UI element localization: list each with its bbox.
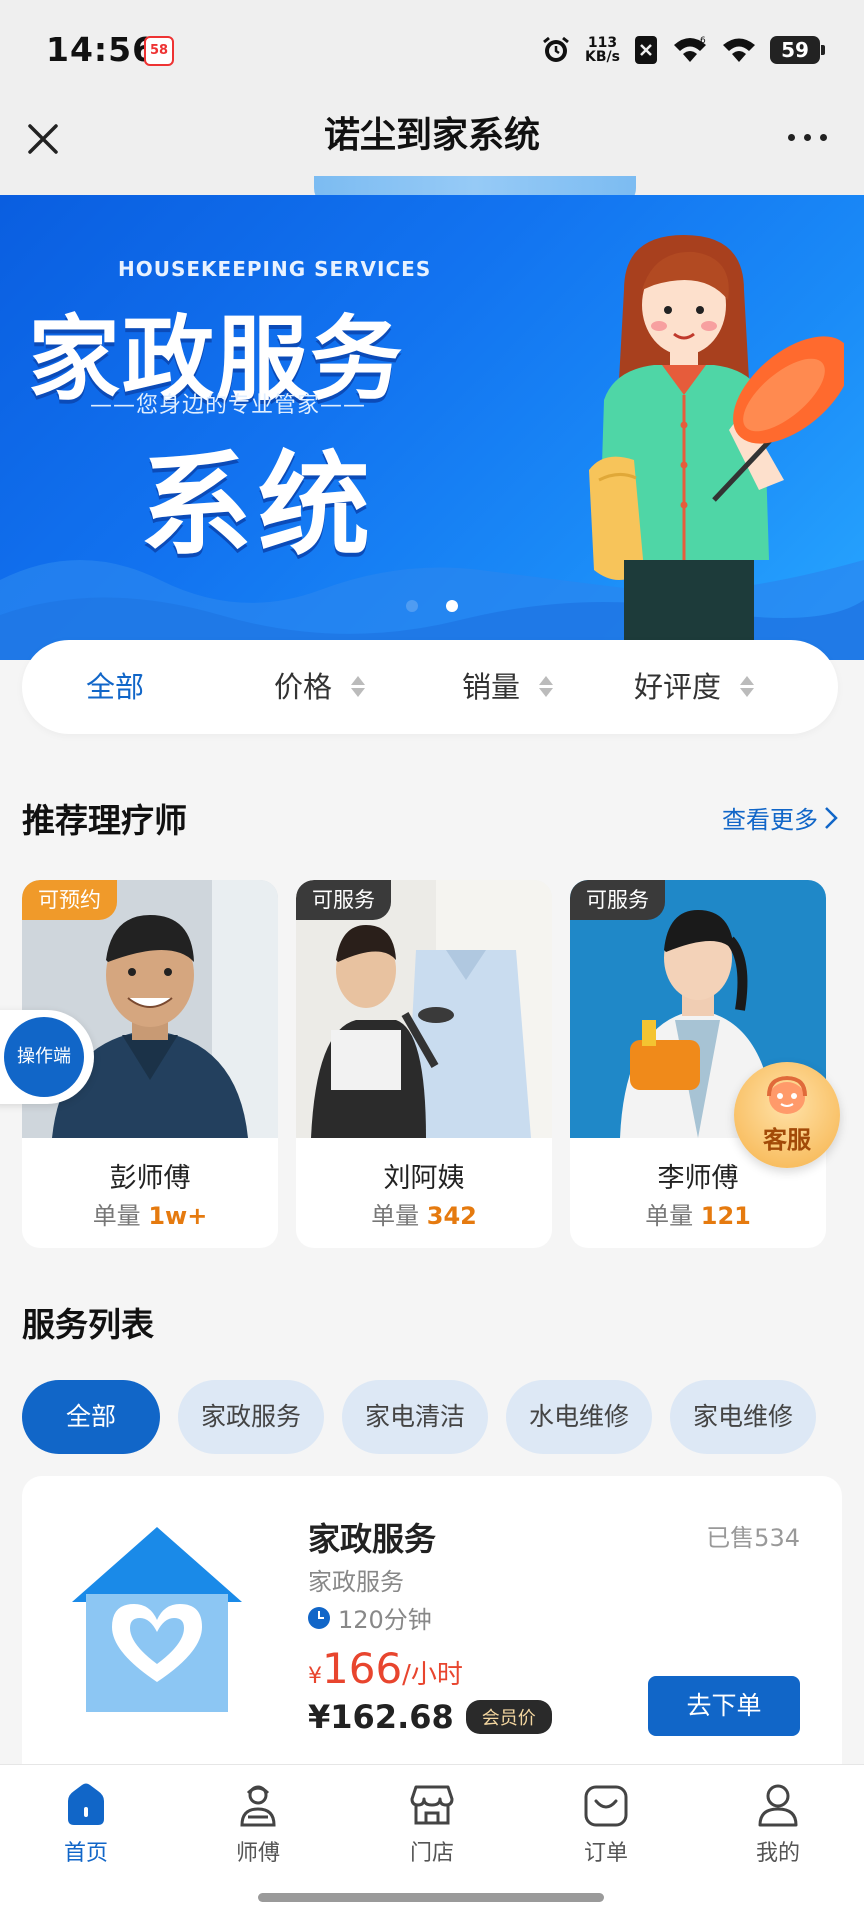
status-indicators: 113 KB/s 6 59 <box>541 30 825 70</box>
battery-indicator: 59 <box>770 36 825 64</box>
status-bar: 14:56 58 113 KB/s 6 59 <box>0 0 864 100</box>
nav-orders[interactable]: 订单 <box>536 1781 676 1867</box>
home-icon <box>68 1783 104 1825</box>
store-icon <box>410 1785 454 1825</box>
filter-sales[interactable]: 销量 <box>462 640 554 734</box>
service-price: ¥ 166 /小时 <box>308 1644 463 1693</box>
service-tab-appliance-repair[interactable]: 家电维修 <box>670 1380 816 1454</box>
member-price-tag: 会员价 <box>465 1700 552 1734</box>
service-tab-appliance-cleaning[interactable]: 家电清洁 <box>342 1380 488 1454</box>
net-speed: 113 KB/s <box>585 35 620 65</box>
filter-price[interactable]: 价格 <box>274 640 366 734</box>
see-more-link[interactable]: 查看更多 <box>722 800 838 835</box>
order-icon <box>584 1785 628 1827</box>
status-time: 14:56 <box>46 30 157 69</box>
service-category: 家政服务 <box>308 1568 404 1596</box>
service-tab-housekeeping[interactable]: 家政服务 <box>178 1380 324 1454</box>
therapist-sales: 单量 121 <box>645 1202 751 1230</box>
service-tab-plumbing-electric[interactable]: 水电维修 <box>506 1380 652 1454</box>
nav-worker[interactable]: 师傅 <box>188 1781 328 1867</box>
svg-text:6: 6 <box>700 36 706 46</box>
therapist-sales: 单量 342 <box>371 1202 477 1230</box>
sort-arrows-icon <box>739 675 755 699</box>
therapist-sales: 单量 1w+ <box>92 1202 208 1230</box>
wifi-icon <box>723 38 755 62</box>
house-heart-icon <box>72 1527 242 1712</box>
wifi-6-icon: 6 <box>674 36 706 62</box>
alarm-icon <box>543 36 569 62</box>
housekeeper-illustration <box>589 235 844 660</box>
filter-rating[interactable]: 好评度 <box>634 640 755 734</box>
sort-filter-bar: 全部 价格 销量 好评度 <box>22 640 838 734</box>
nav-store[interactable]: 门店 <box>362 1781 502 1867</box>
member-price: ¥162.68 会员价 <box>308 1698 552 1736</box>
filter-all[interactable]: 全部 <box>86 640 144 734</box>
gesture-home-bar[interactable] <box>258 1893 604 1902</box>
app-notification-icon: 58 <box>144 36 174 66</box>
banner-subtitle: HOUSEKEEPING SERVICES <box>118 257 432 281</box>
no-sim-icon <box>635 36 657 64</box>
page-title: 诺尘到家系统 <box>323 115 540 156</box>
service-title: 家政服务 <box>308 1520 437 1558</box>
carousel-dot-1[interactable] <box>406 600 418 612</box>
therapist-name: 刘阿姨 <box>383 1163 465 1194</box>
availability-badge: 可预约 <box>22 880 117 920</box>
headset-icon <box>767 1076 807 1114</box>
operator-float-button[interactable]: 操作端 <box>0 1010 94 1104</box>
service-list-title: 服务列表 <box>22 1305 154 1344</box>
availability-badge: 可服务 <box>570 880 665 920</box>
therapist-card[interactable]: 可服务 刘阿姨 单量 342 <box>296 880 552 1248</box>
therapist-name: 彭师傅 <box>109 1163 191 1194</box>
clock-icon <box>308 1606 330 1629</box>
service-item-card[interactable]: 家政服务 已售534 家政服务 120分钟 ¥ 166 /小时 ¥162.68 … <box>22 1476 842 1776</box>
title-bar: 诺尘到家系统 <box>0 100 864 208</box>
service-duration: 120分钟 <box>308 1600 432 1635</box>
chevron-right-icon <box>825 806 838 829</box>
nav-home[interactable]: 首页 <box>16 1781 156 1867</box>
customer-service-button[interactable]: 客服 <box>734 1062 840 1168</box>
service-sold-count: 已售534 <box>706 1524 800 1552</box>
promo-banner[interactable]: HOUSEKEEPING SERVICES 家政服务 ——您身边的专业管家—— … <box>0 195 864 660</box>
worker-icon <box>240 1785 276 1827</box>
carousel-dot-2[interactable] <box>446 600 458 612</box>
place-order-button[interactable]: 去下单 <box>648 1676 800 1736</box>
nav-profile[interactable]: 我的 <box>708 1781 848 1867</box>
profile-icon <box>758 1784 798 1827</box>
recommend-section-title: 推荐理疗师 <box>22 801 187 840</box>
service-tab-all[interactable]: 全部 <box>22 1380 160 1454</box>
more-dots-icon[interactable] <box>786 122 830 152</box>
sort-arrows-icon <box>350 675 366 699</box>
availability-badge: 可服务 <box>296 880 391 920</box>
sort-arrows-icon <box>538 675 554 699</box>
